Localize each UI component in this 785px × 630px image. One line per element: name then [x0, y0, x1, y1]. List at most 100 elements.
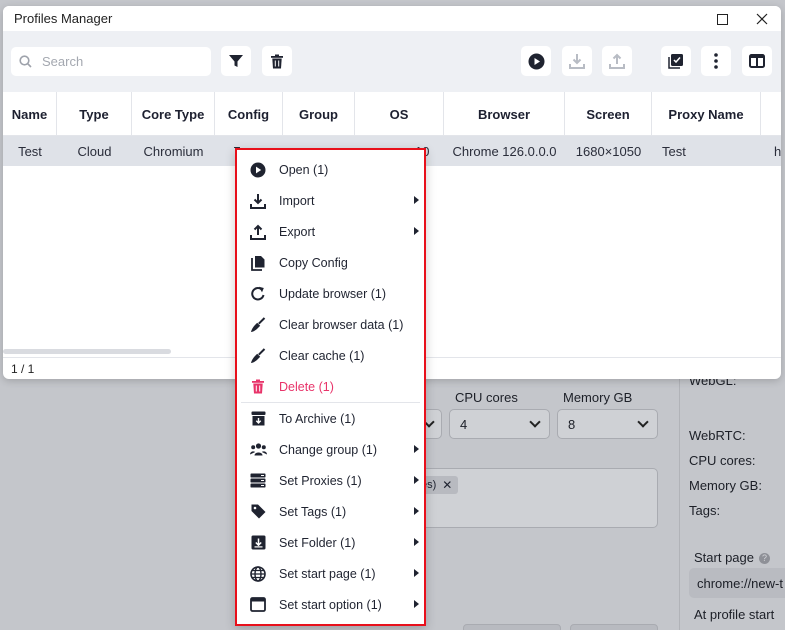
import-button[interactable]: [562, 46, 592, 76]
cpu-cores-select[interactable]: 4: [449, 409, 550, 439]
menu-item-label: Set Folder (1): [279, 535, 356, 550]
menu-item-label: Delete (1): [279, 379, 334, 394]
cpu-summary-label: CPU cores:: [689, 453, 756, 468]
menu-item-copy-config[interactable]: Copy Config: [237, 247, 424, 278]
globe-icon: [249, 565, 267, 583]
menu-item-open[interactable]: Open (1): [237, 154, 424, 185]
window-title: Profiles Manager: [14, 11, 113, 26]
export-button[interactable]: [602, 46, 632, 76]
help-icon[interactable]: ?: [759, 553, 770, 564]
folder-download-icon: [249, 534, 267, 552]
cell-type: Cloud: [77, 143, 112, 159]
cpu-cores-value: 4: [460, 416, 468, 432]
menu-item-label: Set Proxies (1): [279, 473, 362, 488]
more-vertical-icon: [714, 53, 718, 69]
tags-field[interactable]: es) ✕: [420, 468, 658, 528]
chevron-down-icon: [529, 416, 541, 428]
menu-item-label: Clear cache (1): [279, 348, 365, 363]
bottom-button-2[interactable]: [570, 624, 658, 630]
column-header[interactable]: Config: [215, 92, 283, 136]
search-input[interactable]: [42, 54, 202, 69]
bottom-button-1[interactable]: [463, 624, 561, 630]
close-icon: [756, 13, 768, 25]
export-icon: [249, 223, 267, 241]
horizontal-scrollbar[interactable]: [3, 349, 171, 354]
column-header[interactable]: Proxy Name: [652, 92, 761, 136]
column-header[interactable]: Core Type: [132, 92, 215, 136]
filter-icon: [229, 55, 243, 67]
cell-proxy-name: Test: [662, 143, 686, 159]
filter-button[interactable]: [221, 46, 251, 76]
submenu-arrow-icon: [414, 445, 419, 453]
maximize-button[interactable]: [713, 10, 731, 28]
run-button[interactable]: [521, 46, 551, 76]
tags-summary-label: Tags:: [689, 503, 721, 518]
submenu-arrow-icon: [414, 476, 419, 484]
cell-name: Test: [18, 143, 42, 159]
broom-icon: [249, 316, 267, 334]
panel-divider: [679, 370, 680, 630]
tag-icon: [249, 503, 267, 521]
play-circle-icon: [528, 53, 544, 69]
play-circle-icon: [249, 161, 267, 179]
menu-item-clear-browser-data[interactable]: Clear browser data (1): [237, 309, 424, 340]
submenu-arrow-icon: [414, 538, 419, 546]
search-box[interactable]: [11, 47, 211, 76]
close-button[interactable]: [753, 10, 771, 28]
submenu-arrow-icon: [414, 569, 419, 577]
menu-item-change-group[interactable]: Change group (1): [237, 434, 424, 465]
menu-item-set-proxies[interactable]: Set Proxies (1): [237, 465, 424, 496]
memory-label: Memory GB: [563, 390, 633, 405]
webrtc-label: WebRTC:: [689, 428, 746, 443]
column-header[interactable]: Screen: [565, 92, 652, 136]
menu-item-update-browser[interactable]: Update browser (1): [237, 278, 424, 309]
menu-item-label: Export: [279, 224, 316, 239]
download-icon: [569, 54, 585, 69]
title-bar: Profiles Manager: [3, 6, 781, 31]
upload-icon: [609, 53, 625, 69]
menu-item-to-archive[interactable]: To Archive (1): [237, 403, 424, 434]
column-header[interactable]: Browser: [444, 92, 565, 136]
select-all-button[interactable]: [661, 46, 691, 76]
menu-item-label: Clear browser data (1): [279, 317, 404, 332]
memory-value: 8: [568, 416, 576, 432]
menu-item-label: Update browser (1): [279, 286, 386, 301]
menu-item-export[interactable]: Export: [237, 216, 424, 247]
menu-item-set-tags[interactable]: Set Tags (1): [237, 496, 424, 527]
columns-button[interactable]: [742, 46, 772, 76]
start-page-value: chrome://new-t: [697, 575, 783, 591]
menu-item-set-start-option[interactable]: Set start option (1): [237, 589, 424, 620]
menu-item-label: Change group (1): [279, 442, 377, 457]
memory-select[interactable]: 8: [557, 409, 658, 439]
submenu-arrow-icon: [414, 227, 419, 235]
column-header[interactable]: Name: [3, 92, 57, 136]
menu-item-clear-cache[interactable]: Clear cache (1): [237, 340, 424, 371]
menu-item-label: Open (1): [279, 162, 329, 177]
delete-button[interactable]: [262, 46, 292, 76]
at-profile-start-label: At profile start: [694, 607, 775, 622]
submenu-arrow-icon: [414, 507, 419, 515]
start-page-label: Start page?: [694, 550, 770, 565]
menu-item-import[interactable]: Import: [237, 185, 424, 216]
column-header[interactable]: Group: [283, 92, 355, 136]
refresh-icon: [249, 285, 267, 303]
menu-item-label: Import: [279, 193, 315, 208]
column-header[interactable]: [761, 92, 781, 136]
cell-overflow: h: [774, 143, 781, 159]
context-menu: Open (1) Import Export Copy Config Updat…: [235, 148, 426, 626]
menu-item-set-folder[interactable]: Set Folder (1): [237, 527, 424, 558]
column-header[interactable]: OS: [355, 92, 444, 136]
menu-item-label: Set start option (1): [279, 597, 382, 612]
tag-chip: es) ✕: [421, 476, 459, 494]
more-button[interactable]: [701, 46, 731, 76]
start-page-input[interactable]: chrome://new-t: [689, 568, 785, 598]
table-header: Name Type Core Type Config Group OS Brow…: [3, 92, 781, 136]
column-header[interactable]: Type: [57, 92, 132, 136]
server-icon: [249, 472, 267, 490]
cell-browser: Chrome 126.0.0.0: [452, 143, 557, 159]
submenu-arrow-icon: [414, 196, 419, 204]
menu-item-delete[interactable]: Delete (1): [237, 371, 424, 402]
close-icon[interactable]: ✕: [442, 478, 452, 492]
copy-icon: [249, 254, 267, 272]
menu-item-set-start-page[interactable]: Set start page (1): [237, 558, 424, 589]
